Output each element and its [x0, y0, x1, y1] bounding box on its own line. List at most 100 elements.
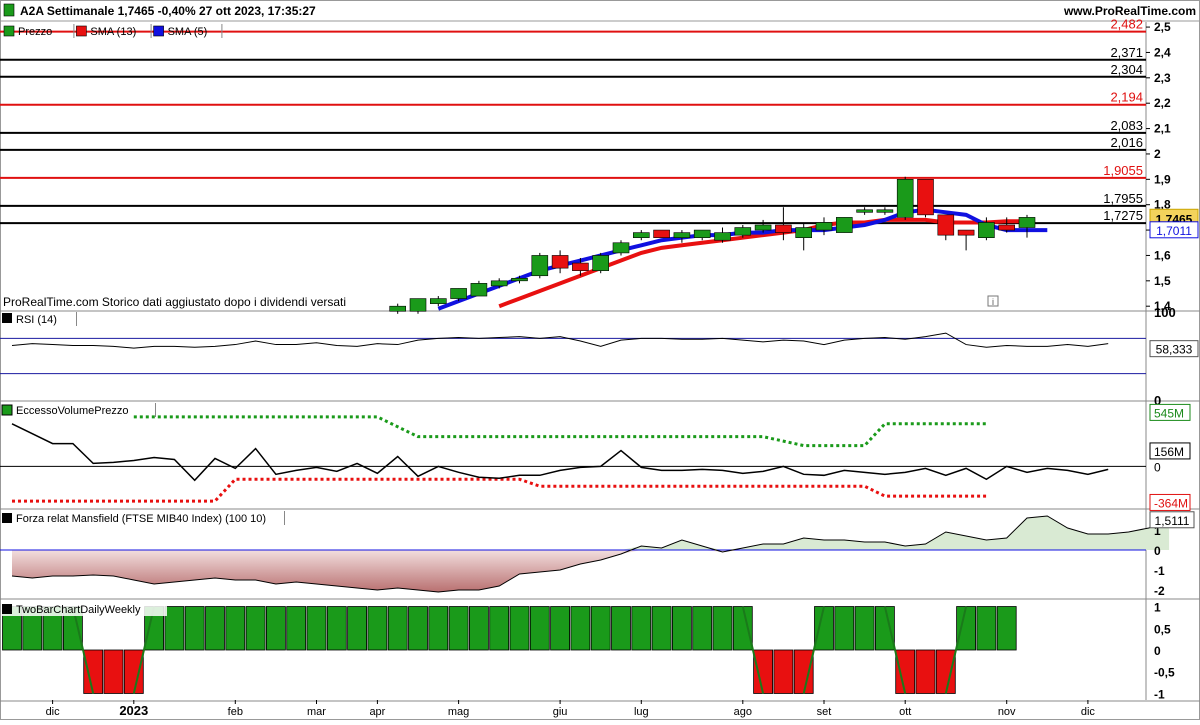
- rsi-title: RSI (14): [16, 314, 57, 326]
- x-tick-label: lug: [634, 706, 649, 718]
- twobar-bar: [529, 606, 550, 651]
- twobar-title: TwoBarChartDailyWeekly: [16, 604, 141, 616]
- twobar-bar: [570, 606, 591, 651]
- level-label: 1,7955: [1103, 191, 1143, 206]
- twobar-bar: [103, 649, 124, 694]
- candle-body: [450, 288, 467, 299]
- candle-body: [937, 214, 955, 236]
- x-tick-label: dic: [1081, 706, 1096, 718]
- mansfield-icon: [2, 513, 12, 523]
- candle-body: [673, 232, 691, 238]
- x-tick-label: 2023: [119, 703, 148, 718]
- candle-body: [835, 217, 853, 233]
- candle-body: [612, 242, 630, 254]
- mansfield-tick-label: 0: [1154, 544, 1161, 558]
- candle-body: [470, 283, 488, 297]
- y-tick-label: 2: [1154, 147, 1161, 161]
- volume-value-label: -364M: [1154, 496, 1188, 510]
- chart-canvas: A2A Settimanale 1,7465 -0,40% 27 ott 202…: [0, 0, 1200, 720]
- twobar-icon: [2, 604, 12, 614]
- y-tick-label: 2,3: [1154, 71, 1171, 85]
- twobar-bar: [428, 606, 449, 651]
- candle-body: [429, 298, 447, 304]
- twobar-bar: [265, 606, 286, 651]
- twobar-bar: [550, 606, 570, 651]
- twobar-tick-label: 1: [1154, 601, 1161, 615]
- twobar-bar: [367, 606, 388, 651]
- twobar-bar: [326, 606, 347, 651]
- legend-divider: [150, 24, 152, 38]
- twobar-bar: [611, 606, 631, 651]
- twobar-bar: [509, 606, 530, 651]
- candle-body: [734, 227, 752, 236]
- rsi-icon: [2, 313, 12, 323]
- candle-body: [409, 298, 427, 312]
- twobar-bar: [468, 606, 489, 651]
- volume-upper-band: [133, 415, 987, 448]
- x-tick-label: dic: [46, 706, 61, 718]
- x-tick-label: mar: [307, 706, 326, 718]
- mansfield-negative-area: [12, 550, 1170, 592]
- candle-body: [572, 262, 589, 271]
- legend-divider: [76, 312, 77, 326]
- twobar-bar: [935, 649, 956, 694]
- candle-body: [632, 232, 650, 238]
- candle-body: [775, 224, 792, 233]
- x-tick-label: ago: [734, 706, 752, 718]
- x-tick-label: feb: [228, 706, 243, 718]
- candle-body: [592, 255, 610, 271]
- rsi-value-label: 58,333: [1156, 343, 1193, 357]
- candle-body: [815, 222, 833, 231]
- twobar-bar: [123, 649, 144, 694]
- level-label: 2,083: [1110, 118, 1143, 133]
- candle-body: [957, 229, 975, 236]
- candle-body: [978, 222, 995, 238]
- candle-body: [693, 229, 711, 238]
- x-tick-label: giu: [553, 706, 568, 718]
- prorealtime-chart: A2A Settimanale 1,7465 -0,40% 27 ott 202…: [0, 0, 1200, 720]
- twobar-bar: [956, 606, 976, 651]
- legend-swatch: [153, 25, 164, 37]
- legend-divider: [73, 24, 75, 38]
- mansfield-tick-label: -1: [1154, 564, 1165, 578]
- twobar-bar: [753, 649, 773, 694]
- header-title: A2A Settimanale 1,7465 -0,40% 27 ott 202…: [20, 4, 316, 18]
- twobar-bar: [692, 606, 713, 651]
- mansfield-tick-label: -2: [1154, 584, 1165, 598]
- candle-body: [754, 224, 772, 231]
- mansfield-title: Forza relat Mansfield (FTSE MIB40 Index)…: [16, 513, 266, 525]
- twobar-bar: [83, 649, 104, 694]
- candle-body: [856, 209, 873, 213]
- twobar-bar: [225, 606, 246, 651]
- candle-body: [490, 280, 508, 287]
- twobar-bar: [448, 606, 469, 651]
- level-label: 2,194: [1110, 90, 1143, 105]
- level-label: 1,9055: [1103, 163, 1143, 178]
- x-tick-label: set: [817, 706, 832, 718]
- twobar-bar: [164, 606, 185, 651]
- level-label: 1,7275: [1103, 208, 1143, 223]
- x-tick-label: apr: [369, 706, 385, 718]
- twobar-bar: [834, 606, 855, 651]
- candle-body: [795, 227, 813, 238]
- twobar-bar: [306, 606, 327, 651]
- twobar-bar: [793, 649, 814, 694]
- header-candle-icon: [3, 3, 15, 17]
- volume-line: [11, 423, 1109, 482]
- candle-body: [998, 224, 1016, 231]
- twobar-bar: [875, 606, 895, 651]
- candle-body: [917, 179, 934, 216]
- twobar-bar: [408, 606, 428, 651]
- twobar-bar: [651, 606, 672, 651]
- twobar-bar: [347, 606, 368, 651]
- legend-divider: [284, 511, 285, 525]
- twobar-bar: [854, 606, 875, 651]
- twobar-tick-label: -1: [1154, 687, 1165, 701]
- twobar-tick-label: 0,5: [1154, 622, 1171, 636]
- level-label: 2,482: [1110, 17, 1143, 32]
- candle-body: [551, 255, 569, 269]
- candle-body: [531, 255, 549, 277]
- volume-value-label: 0: [1154, 460, 1161, 474]
- legend-divider: [155, 403, 156, 417]
- twobar-bar: [996, 606, 1017, 651]
